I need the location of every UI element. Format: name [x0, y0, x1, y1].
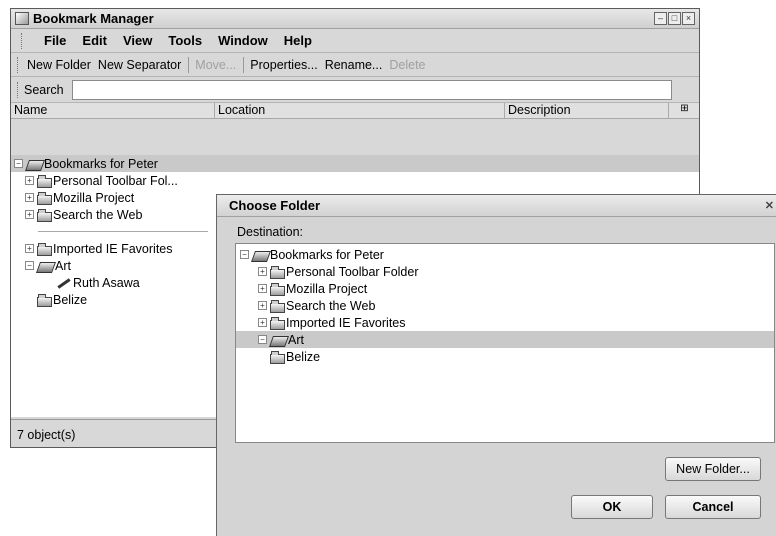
menu-file[interactable]: File	[44, 33, 66, 48]
tree-row[interactable]: Belize	[240, 348, 774, 365]
tree-label: Imported IE Favorites	[286, 315, 406, 330]
app-icon	[15, 12, 29, 25]
column-location[interactable]: Location	[215, 103, 505, 118]
menu-tools[interactable]: Tools	[168, 33, 202, 48]
column-picker-icon[interactable]: ⊞	[669, 103, 697, 118]
open-folder-icon	[269, 334, 287, 346]
tree-label: Search the Web	[53, 207, 143, 222]
tree-label: Bookmarks for Peter	[270, 247, 384, 262]
choose-folder-dialog: Choose Folder ✕ Destination: − Bookmarks…	[216, 194, 776, 536]
tree-label: Ruth Asawa	[73, 275, 140, 290]
toolbar-grip[interactable]	[17, 81, 20, 98]
collapse-icon[interactable]: −	[258, 335, 267, 344]
menu-bar: File Edit View Tools Window Help	[11, 29, 699, 53]
menu-view[interactable]: View	[123, 33, 152, 48]
collapse-icon[interactable]: −	[240, 250, 249, 259]
expand-icon[interactable]: +	[25, 244, 34, 253]
tree-label: Belize	[286, 349, 321, 364]
expand-icon[interactable]: +	[258, 318, 267, 327]
tree-row-selected[interactable]: − Art	[236, 331, 774, 348]
toolbar-grip[interactable]	[17, 56, 20, 73]
folder-icon	[269, 316, 285, 330]
folder-icon	[36, 174, 52, 188]
bookmarks-root-icon	[25, 158, 43, 170]
new-folder-button[interactable]: New Folder...	[665, 457, 761, 481]
folder-icon	[269, 282, 285, 296]
tree-row[interactable]: + Imported IE Favorites	[240, 314, 774, 331]
column-name[interactable]: Name	[11, 103, 215, 118]
minimize-icon[interactable]: –	[654, 12, 667, 25]
bookmark-icon	[55, 277, 71, 289]
menu-help[interactable]: Help	[284, 33, 312, 48]
menu-edit[interactable]: Edit	[82, 33, 107, 48]
close-icon[interactable]: ×	[682, 12, 695, 25]
search-bar: Search	[11, 77, 699, 103]
folder-icon	[36, 242, 52, 256]
toolbar-divider	[188, 56, 190, 73]
expand-icon[interactable]: +	[25, 193, 34, 202]
folder-icon	[36, 208, 52, 222]
ok-button[interactable]: OK	[571, 495, 653, 519]
open-folder-icon	[36, 260, 54, 272]
toolbar-divider	[243, 56, 245, 73]
dialog-title: Choose Folder	[229, 198, 321, 213]
tree-row[interactable]: − Bookmarks for Peter	[11, 155, 699, 172]
cancel-button[interactable]: Cancel	[665, 495, 761, 519]
search-label: Search	[24, 82, 64, 97]
tree-row[interactable]: + Search the Web	[240, 297, 774, 314]
expand-icon[interactable]: +	[258, 284, 267, 293]
tree-label: Bookmarks for Peter	[44, 156, 158, 171]
tree-row[interactable]: + Personal Toolbar Fol...	[11, 172, 699, 189]
close-icon[interactable]: ✕	[765, 199, 774, 212]
tree-label: Art	[288, 332, 304, 347]
collapse-icon[interactable]: −	[25, 261, 34, 270]
new-folder-button[interactable]: New Folder	[27, 58, 91, 72]
new-separator-button[interactable]: New Separator	[98, 58, 181, 72]
folder-icon	[269, 299, 285, 313]
tree-label: Belize	[53, 292, 88, 307]
tree-row[interactable]: + Personal Toolbar Folder	[240, 263, 774, 280]
tree-label: Personal Toolbar Folder	[286, 264, 419, 279]
move-button[interactable]: Move...	[195, 58, 236, 72]
folder-icon	[269, 265, 285, 279]
column-header: Name Location Description ⊞	[11, 103, 699, 119]
tree-label: Imported IE Favorites	[53, 241, 173, 256]
maximize-icon[interactable]: □	[668, 12, 681, 25]
folder-icon	[36, 293, 52, 307]
tree-label: Personal Toolbar Fol...	[53, 173, 178, 188]
delete-button[interactable]: Delete	[389, 58, 425, 72]
tree-separator	[38, 231, 208, 232]
rename-button[interactable]: Rename...	[325, 58, 383, 72]
expand-icon[interactable]: +	[258, 301, 267, 310]
title-bar: Bookmark Manager – □ ×	[11, 9, 699, 29]
folder-icon	[269, 350, 285, 364]
dialog-title-bar: Choose Folder ✕	[217, 195, 776, 217]
expand-icon[interactable]: +	[25, 176, 34, 185]
bookmarks-root-icon	[251, 249, 269, 261]
destination-label: Destination:	[237, 225, 304, 239]
tree-row[interactable]: + Mozilla Project	[240, 280, 774, 297]
search-input[interactable]	[71, 79, 672, 100]
tree-label: Mozilla Project	[53, 190, 135, 205]
expand-icon[interactable]: +	[258, 267, 267, 276]
collapse-icon[interactable]: −	[14, 159, 23, 168]
destination-tree: − Bookmarks for Peter + Personal Toolbar…	[235, 243, 775, 443]
tree-label: Art	[55, 258, 71, 273]
toolbar: New Folder New Separator Move... Propert…	[11, 53, 699, 77]
column-description[interactable]: Description	[505, 103, 669, 118]
window-title: Bookmark Manager	[33, 11, 154, 26]
folder-icon	[36, 191, 52, 205]
tree-label: Mozilla Project	[286, 281, 368, 296]
expand-icon[interactable]: +	[25, 210, 34, 219]
tree-label: Search the Web	[286, 298, 376, 313]
toolbar-grip[interactable]	[21, 32, 24, 49]
menu-window[interactable]: Window	[218, 33, 268, 48]
tree-row[interactable]: − Bookmarks for Peter	[240, 246, 774, 263]
properties-button[interactable]: Properties...	[250, 58, 317, 72]
